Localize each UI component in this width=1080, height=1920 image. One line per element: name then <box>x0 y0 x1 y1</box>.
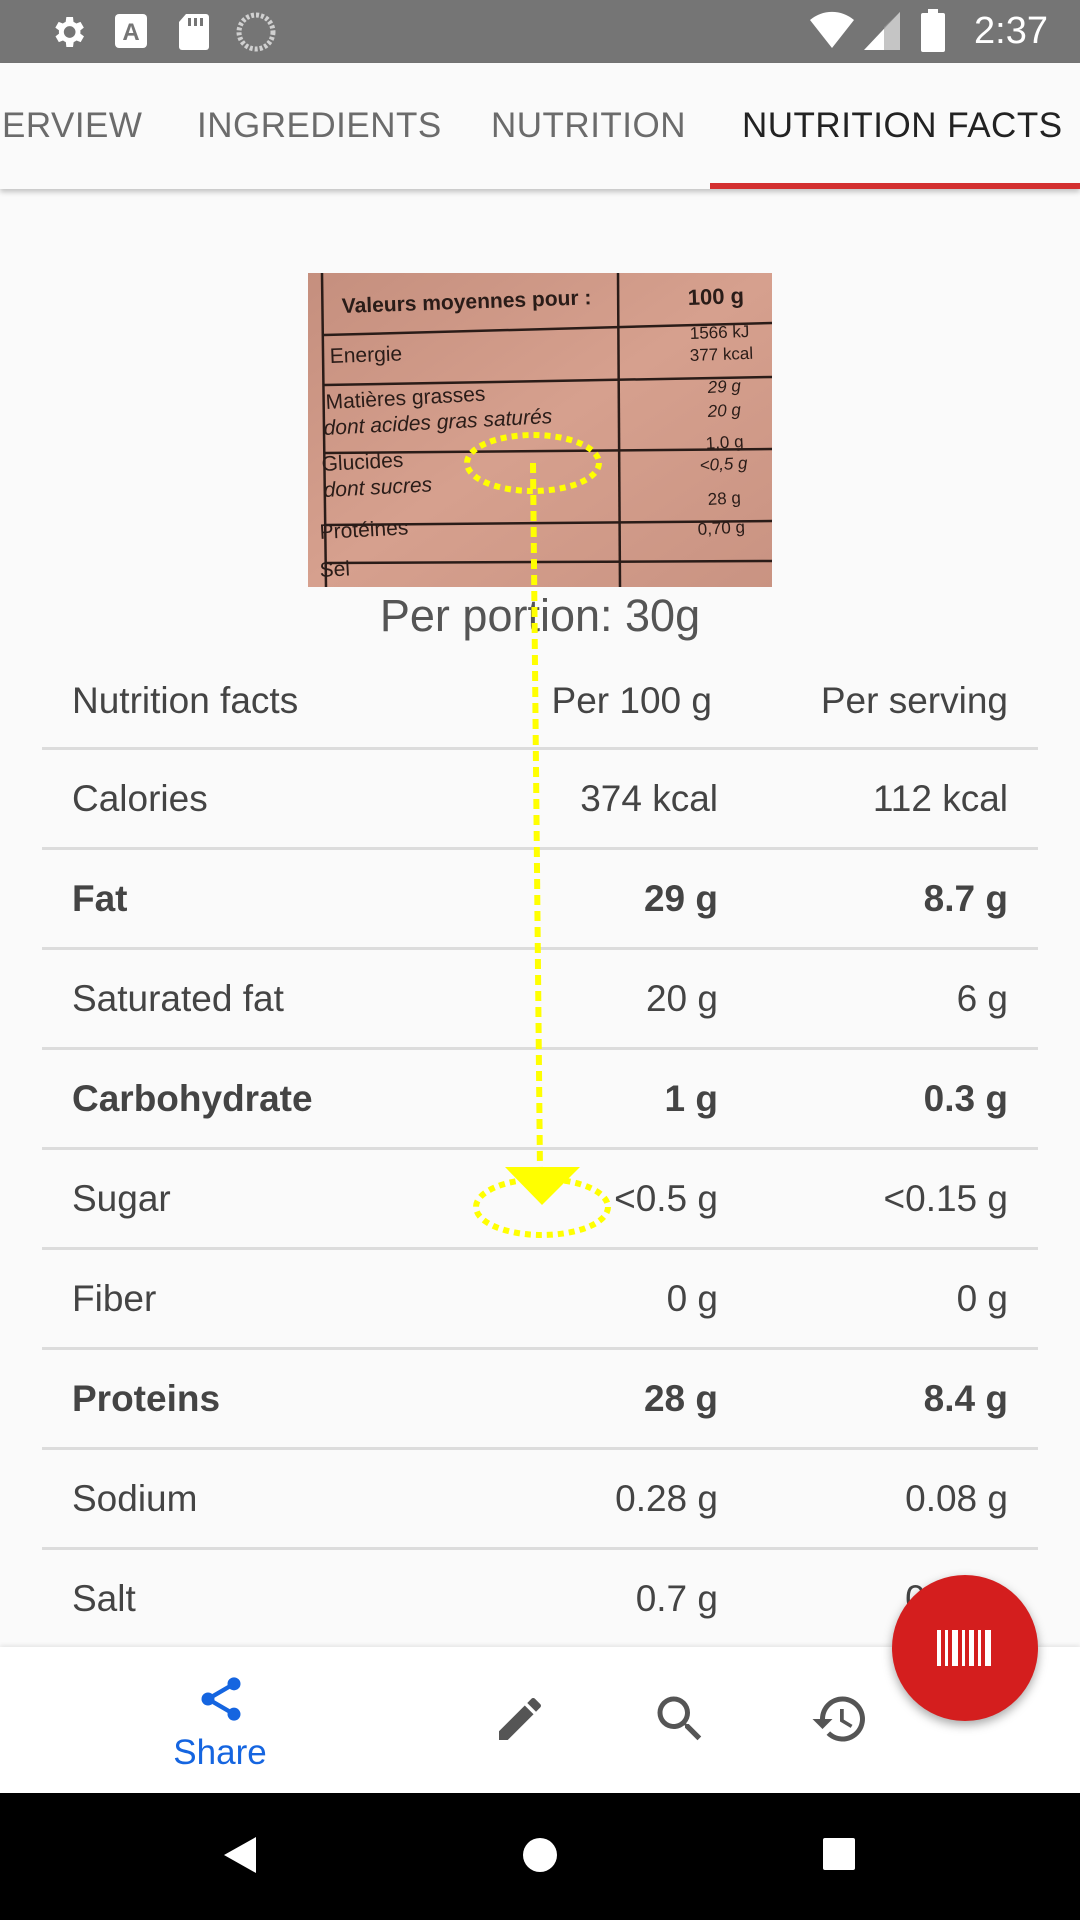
battery-icon <box>921 9 945 52</box>
photo-row-fat-value: 29 g <box>706 376 742 397</box>
nutrition-label-photo[interactable]: Valeurs moyennes pour : 100 g Energie 15… <box>308 273 772 587</box>
clock: 2:37 <box>974 10 1048 52</box>
table-row-carbohydrate: Carbohydrate 1 g 0.3 g <box>42 1050 1038 1150</box>
row-name: Saturated fat <box>72 978 284 1019</box>
row-per-serving: 8.7 g <box>923 878 1008 919</box>
row-name: Calories <box>72 778 208 819</box>
row-name: Salt <box>72 1578 136 1619</box>
row-name: Sodium <box>72 1478 198 1519</box>
row-per-serving: <0.15 g <box>883 1178 1008 1219</box>
photo-header-value: 100 g <box>687 283 744 310</box>
status-bar: A 2:37 <box>0 0 1080 63</box>
tab-ingredients[interactable]: INGREDIENTS <box>197 63 442 189</box>
photo-row-proteines: Protéines <box>319 516 409 544</box>
table-row-saturated-fat: Saturated fat 20 g 6 g <box>42 950 1038 1050</box>
photo-row-energie-kj: 1566 kJ <box>689 322 749 343</box>
row-per-100g: 28 g <box>643 1378 718 1419</box>
barcode-icon <box>937 1630 991 1666</box>
photo-row-energie: Energie <box>329 342 402 368</box>
table-row-proteins: Proteins 28 g 8.4 g <box>42 1350 1038 1450</box>
row-per-100g: 374 kcal <box>580 778 718 819</box>
text-a-icon: A <box>115 14 147 48</box>
tab-nutrition-facts[interactable]: NUTRITION FACTS <box>742 63 1063 189</box>
label-photo-image: Valeurs moyennes pour : 100 g Energie 15… <box>308 273 772 587</box>
photo-row-sucres-value: <0,5 g <box>699 453 748 475</box>
table-row-fiber: Fiber 0 g 0 g <box>42 1250 1038 1350</box>
recents-icon[interactable] <box>822 1837 856 1871</box>
row-per-serving: 0.08 g <box>905 1478 1008 1519</box>
row-per-serving: 8.4 g <box>923 1378 1008 1419</box>
table-header-row: Nutrition facts Per 100 g Per serving <box>42 652 1038 750</box>
row-per-100g: 0.7 g <box>635 1578 718 1619</box>
row-per-serving: 6 g <box>956 978 1008 1019</box>
tab-bar: ERVIEW INGREDIENTS NUTRITION NUTRITION F… <box>0 63 1080 189</box>
edit-button[interactable] <box>480 1647 560 1793</box>
nutrition-table: Nutrition facts Per 100 g Per serving Ca… <box>42 652 1038 1650</box>
system-nav-bar <box>0 1793 1080 1920</box>
portion-size-text: Per portion: 30g <box>379 590 701 641</box>
settings-icon <box>55 17 84 47</box>
history-button[interactable] <box>800 1647 880 1793</box>
share-icon <box>201 1677 241 1721</box>
photo-row-glucides-value: 1,0 g <box>705 432 744 453</box>
row-per-100g: 1 g <box>664 1078 718 1119</box>
row-per-serving: 0 g <box>956 1278 1008 1319</box>
search-icon <box>657 1696 702 1741</box>
home-icon[interactable] <box>520 1835 560 1875</box>
sync-circle-icon <box>236 12 276 52</box>
table-row-calories: Calories 374 kcal 112 kcal <box>42 750 1038 850</box>
photo-row-sel-value: 0,70 g <box>697 518 745 539</box>
history-icon <box>812 1696 865 1742</box>
active-tab-indicator <box>710 183 1080 189</box>
photo-row-proteines-value: 28 g <box>707 488 741 509</box>
row-per-100g: 0.28 g <box>615 1478 718 1519</box>
table-row-sodium: Sodium 0.28 g 0.08 g <box>42 1450 1038 1550</box>
table-row-fat: Fat 29 g 8.7 g <box>42 850 1038 950</box>
svg-text:A: A <box>122 19 139 46</box>
wifi-icon <box>810 11 854 48</box>
row-per-100g: 0 g <box>666 1278 718 1319</box>
scan-barcode-fab[interactable] <box>892 1575 1038 1721</box>
share-button[interactable]: Share <box>150 1647 290 1793</box>
photo-row-energie-kcal: 377 kcal <box>689 344 753 365</box>
tab-nutrition[interactable]: NUTRITION <box>491 63 686 189</box>
search-button[interactable] <box>640 1647 720 1793</box>
row-name: Fiber <box>72 1278 157 1319</box>
table-row-sugar: Sugar <0.5 g <0.15 g <box>42 1150 1038 1250</box>
header-nutrition-facts: Nutrition facts <box>72 680 299 721</box>
row-per-serving: 0.3 g <box>923 1078 1008 1119</box>
row-per-100g: 29 g <box>643 878 718 919</box>
share-label: Share <box>173 1733 267 1772</box>
row-name: Carbohydrate <box>72 1078 313 1119</box>
row-per-100g: 20 g <box>645 978 718 1019</box>
row-per-100g: <0.5 g <box>614 1178 718 1219</box>
photo-row-sel: Sel <box>319 557 351 582</box>
row-per-serving: 112 kcal <box>872 778 1008 819</box>
tab-overview[interactable]: ERVIEW <box>2 63 142 189</box>
header-per-serving: Per serving <box>820 680 1008 721</box>
table-row-salt: Salt 0.7 g 0.21 g <box>42 1550 1038 1650</box>
back-icon[interactable] <box>222 1835 258 1875</box>
signal-icon <box>864 12 900 50</box>
photo-row-saturated-value: 20 g <box>706 400 742 421</box>
edit-icon <box>499 1697 541 1740</box>
sd-card-icon <box>179 14 209 50</box>
row-name: Fat <box>72 878 128 919</box>
header-per-100g: Per 100 g <box>551 680 712 721</box>
row-name: Proteins <box>72 1378 221 1419</box>
row-name: Sugar <box>72 1178 171 1219</box>
photo-row-glucides: Glucides <box>321 449 404 476</box>
